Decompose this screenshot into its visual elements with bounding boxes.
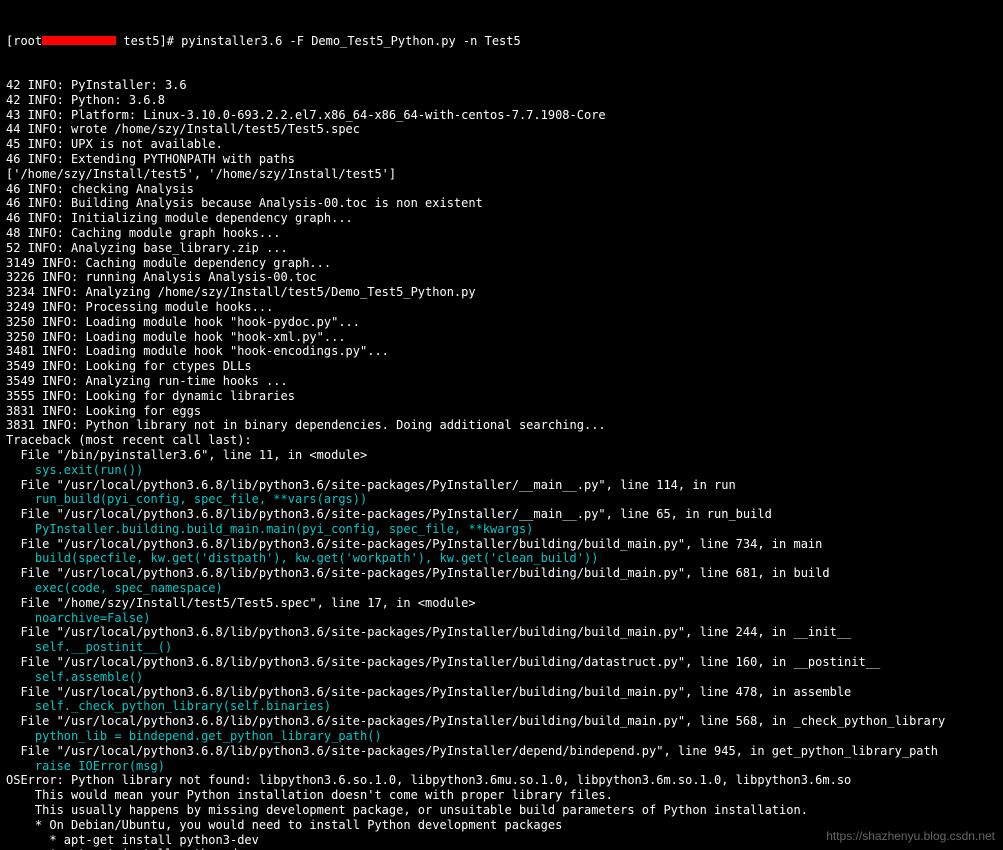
terminal-line: 3549 INFO: Looking for ctypes DLLs bbox=[6, 359, 997, 374]
prompt-line: [root test5]# pyinstaller3.6 -F Demo_Tes… bbox=[6, 34, 997, 49]
terminal-line: File "/usr/local/python3.6.8/lib/python3… bbox=[6, 566, 997, 581]
terminal-line: build(specfile, kw.get('distpath'), kw.g… bbox=[6, 551, 997, 566]
terminal-line: File "/usr/local/python3.6.8/lib/python3… bbox=[6, 744, 997, 759]
terminal-line: 3234 INFO: Analyzing /home/szy/Install/t… bbox=[6, 285, 997, 300]
terminal-line: 48 INFO: Caching module graph hooks... bbox=[6, 226, 997, 241]
terminal-line: OSError: Python library not found: libpy… bbox=[6, 773, 997, 788]
terminal-line: 3149 INFO: Caching module dependency gra… bbox=[6, 256, 997, 271]
prompt-tail: test5]# bbox=[116, 34, 181, 48]
terminal-line: run_build(pyi_config, spec_file, **vars(… bbox=[6, 492, 997, 507]
terminal-line: 3226 INFO: running Analysis Analysis-00.… bbox=[6, 270, 997, 285]
terminal[interactable]: [root test5]# pyinstaller3.6 -F Demo_Tes… bbox=[0, 0, 1003, 850]
terminal-line: File "/home/szy/Install/test5/Test5.spec… bbox=[6, 596, 997, 611]
terminal-line: 45 INFO: UPX is not available. bbox=[6, 137, 997, 152]
terminal-line: File "/bin/pyinstaller3.6", line 11, in … bbox=[6, 448, 997, 463]
terminal-line: File "/usr/local/python3.6.8/lib/python3… bbox=[6, 714, 997, 729]
terminal-line: 42 INFO: Python: 3.6.8 bbox=[6, 93, 997, 108]
terminal-line: 46 INFO: Building Analysis because Analy… bbox=[6, 196, 997, 211]
terminal-line: 52 INFO: Analyzing base_library.zip ... bbox=[6, 241, 997, 256]
terminal-line: 3831 INFO: Looking for eggs bbox=[6, 404, 997, 419]
terminal-output: 42 INFO: PyInstaller: 3.642 INFO: Python… bbox=[6, 78, 997, 850]
terminal-line: noarchive=False) bbox=[6, 611, 997, 626]
terminal-line: raise IOError(msg) bbox=[6, 759, 997, 774]
terminal-line: 3249 INFO: Processing module hooks... bbox=[6, 300, 997, 315]
terminal-line: 46 INFO: Extending PYTHONPATH with paths bbox=[6, 152, 997, 167]
prompt-user: [root bbox=[6, 34, 42, 48]
terminal-line: 46 INFO: checking Analysis bbox=[6, 182, 997, 197]
terminal-line: PyInstaller.building.build_main.main(pyi… bbox=[6, 522, 997, 537]
terminal-line: self._check_python_library(self.binaries… bbox=[6, 699, 997, 714]
terminal-line: 42 INFO: PyInstaller: 3.6 bbox=[6, 78, 997, 93]
redacted-hostname bbox=[42, 36, 116, 45]
terminal-line: File "/usr/local/python3.6.8/lib/python3… bbox=[6, 685, 997, 700]
terminal-line: 3250 INFO: Loading module hook "hook-xml… bbox=[6, 330, 997, 345]
watermark: https://shazhenyu.blog.csdn.net bbox=[826, 829, 995, 844]
terminal-line: 3250 INFO: Loading module hook "hook-pyd… bbox=[6, 315, 997, 330]
terminal-line: File "/usr/local/python3.6.8/lib/python3… bbox=[6, 478, 997, 493]
terminal-line: ['/home/szy/Install/test5', '/home/szy/I… bbox=[6, 167, 997, 182]
terminal-line: 3831 INFO: Python library not in binary … bbox=[6, 418, 997, 433]
terminal-line: 3555 INFO: Looking for dynamic libraries bbox=[6, 389, 997, 404]
terminal-line: 3549 INFO: Analyzing run-time hooks ... bbox=[6, 374, 997, 389]
terminal-line: File "/usr/local/python3.6.8/lib/python3… bbox=[6, 507, 997, 522]
terminal-line: 3481 INFO: Loading module hook "hook-enc… bbox=[6, 344, 997, 359]
terminal-line: File "/usr/local/python3.6.8/lib/python3… bbox=[6, 625, 997, 640]
terminal-line: 44 INFO: wrote /home/szy/Install/test5/T… bbox=[6, 122, 997, 137]
terminal-line: File "/usr/local/python3.6.8/lib/python3… bbox=[6, 537, 997, 552]
terminal-line: self.assemble() bbox=[6, 670, 997, 685]
terminal-line: Traceback (most recent call last): bbox=[6, 433, 997, 448]
terminal-line: python_lib = bindepend.get_python_librar… bbox=[6, 729, 997, 744]
terminal-line: 43 INFO: Platform: Linux-3.10.0-693.2.2.… bbox=[6, 108, 997, 123]
command-text: pyinstaller3.6 -F Demo_Test5_Python.py -… bbox=[181, 34, 521, 48]
terminal-line: 46 INFO: Initializing module dependency … bbox=[6, 211, 997, 226]
terminal-line: exec(code, spec_namespace) bbox=[6, 581, 997, 596]
terminal-line: sys.exit(run()) bbox=[6, 463, 997, 478]
terminal-line: File "/usr/local/python3.6.8/lib/python3… bbox=[6, 655, 997, 670]
terminal-line: self.__postinit__() bbox=[6, 640, 997, 655]
terminal-line: This would mean your Python installation… bbox=[6, 788, 997, 803]
terminal-line: This usually happens by missing developm… bbox=[6, 803, 997, 818]
